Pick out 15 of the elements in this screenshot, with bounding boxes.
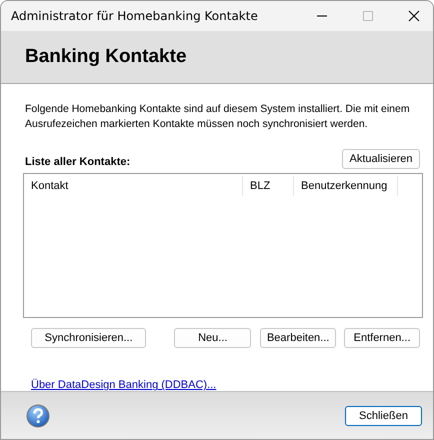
action-button[interactable]: Entfernen... <box>344 328 420 348</box>
about-link[interactable]: Über DataDesign Banking (DDBAC)... <box>31 379 216 392</box>
column-header[interactable]: Benutzerkennung <box>294 176 398 196</box>
refresh-button[interactable]: Aktualisieren <box>342 149 420 170</box>
close-button[interactable]: Schließen <box>345 406 422 426</box>
list-label: Liste aller Kontakte: <box>25 156 130 168</box>
column-header[interactable]: BLZ <box>243 176 294 196</box>
contacts-list[interactable]: Kontakt BLZ Benutzerkennung <box>23 173 423 318</box>
action-button[interactable]: Synchronisieren... <box>31 328 146 348</box>
action-button[interactable]: Bearbeiten... <box>260 328 336 348</box>
column-header[interactable]: Kontakt <box>24 176 243 196</box>
window-title: Administrator für Homebanking Kontakte <box>11 8 259 23</box>
description-text: Folgende Homebanking Kontakte sind auf diesem System installiert. Die mit einem Ausrufezeichen markierten Kontakte müssen noch synchronisiert werden. <box>25 102 411 132</box>
action-button[interactable]: Neu... <box>174 328 252 348</box>
dialog-heading: Banking Kontakte <box>25 46 187 68</box>
